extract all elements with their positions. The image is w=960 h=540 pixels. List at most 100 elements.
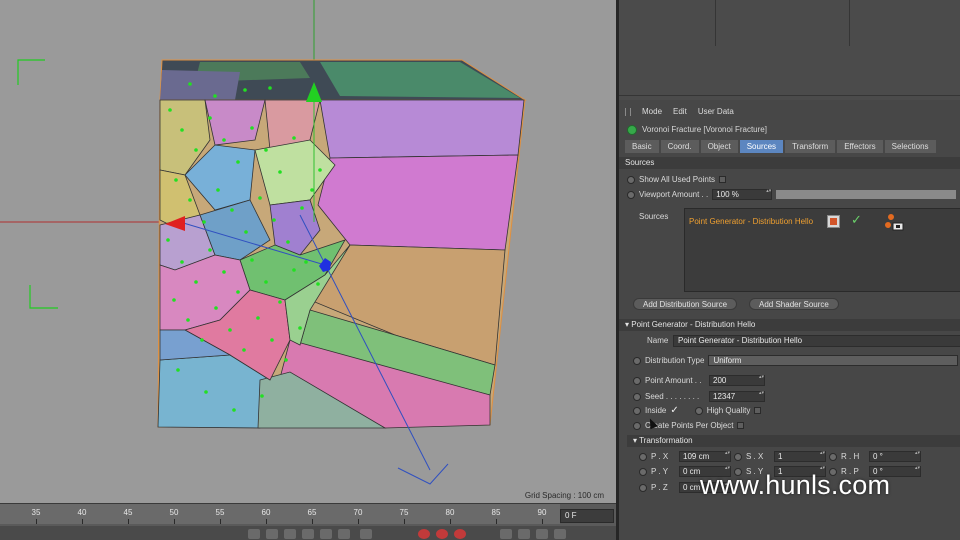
timeline-tick-label: 50: [169, 508, 179, 517]
tab-coord[interactable]: Coord.: [660, 140, 699, 153]
collapse-triangle-icon[interactable]: ▾: [625, 320, 629, 329]
animate-radio-icon[interactable]: [639, 467, 647, 476]
source-list-item[interactable]: Point Generator - Distribution Hello: [689, 217, 813, 226]
record-icon[interactable]: [418, 529, 430, 539]
step-back-button[interactable]: [266, 529, 278, 539]
seed-field[interactable]: 12347: [709, 391, 765, 402]
animate-radio-icon[interactable]: [734, 452, 742, 461]
timeline-tick-label: 55: [215, 508, 225, 517]
distribution-source-icon[interactable]: [885, 213, 905, 231]
create-points-label: Create Points Per Object: [645, 421, 734, 430]
animate-radio-icon[interactable]: [627, 175, 635, 184]
section-header-transformation: ▾ Transformation: [627, 435, 960, 447]
animate-radio-icon[interactable]: [633, 376, 641, 385]
tab-selections[interactable]: Selections: [884, 140, 936, 153]
step-forward-button[interactable]: [320, 529, 332, 539]
point-amount-label: Point Amount . .: [645, 376, 702, 385]
scale-key-button[interactable]: [518, 529, 530, 539]
name-field[interactable]: Point Generator - Distribution Hello: [673, 335, 960, 347]
position-key-button[interactable]: [500, 529, 512, 539]
frame-bracket-top-left: [17, 59, 45, 85]
timeline-tick-mark: [312, 519, 313, 524]
go-to-start-button[interactable]: [248, 529, 260, 539]
distribution-type-select[interactable]: Uniform: [708, 355, 959, 366]
timeline-tick-label: 80: [445, 508, 455, 517]
autokey-icon[interactable]: [436, 529, 448, 539]
position-field[interactable]: 109 cm: [679, 451, 731, 462]
go-to-end-button[interactable]: [338, 529, 350, 539]
play-backward-button[interactable]: [284, 529, 296, 539]
point-amount-field[interactable]: 200: [709, 375, 765, 386]
timeline-tick-mark: [496, 519, 497, 524]
add-distribution-source-button[interactable]: Add Distribution Source: [633, 298, 738, 310]
transport-controls: [0, 526, 616, 540]
play-button[interactable]: [302, 529, 314, 539]
create-points-checkbox[interactable]: [737, 422, 745, 429]
timeline[interactable]: 35 40 45 50 55 60 65 70 75 80 85 90 0 F: [0, 503, 616, 540]
timeline-tick-label: 85: [491, 508, 501, 517]
sources-list-label: Sources: [639, 212, 669, 221]
grid-spacing-label: Grid Spacing : 100 cm: [524, 491, 604, 500]
animate-radio-icon[interactable]: [633, 392, 641, 401]
animate-radio-icon[interactable]: [694, 406, 703, 415]
animate-radio-icon[interactable]: [633, 356, 641, 365]
object-title-row: Voronoi Fracture [Voronoi Fracture]: [619, 122, 960, 137]
tab-basic[interactable]: Basic: [625, 140, 659, 153]
menu-mode[interactable]: Mode: [642, 107, 662, 116]
scale-label: S . X: [746, 452, 764, 461]
animate-radio-icon[interactable]: [633, 406, 641, 415]
sources-list[interactable]: Point Generator - Distribution Hello ✓: [684, 208, 960, 292]
attribute-menubar: Mode Edit User Data: [619, 104, 960, 119]
animate-radio-icon[interactable]: [829, 452, 837, 461]
rotation-key-button[interactable]: [536, 529, 548, 539]
tab-sources[interactable]: Sources: [739, 140, 784, 153]
timeline-tick-mark: [36, 519, 37, 524]
animate-radio-icon[interactable]: [627, 190, 635, 199]
section-header-point-generator: ▾ Point Generator - Distribution Hello: [619, 319, 960, 331]
position-label: P . Y: [651, 467, 669, 476]
timeline-tick-mark: [174, 519, 175, 524]
keyframe-selection-icon[interactable]: [454, 529, 466, 539]
timeline-tick-label: 40: [77, 508, 87, 517]
menu-user-data[interactable]: User Data: [698, 107, 734, 116]
enabled-check-icon[interactable]: ✓: [851, 212, 862, 228]
timeline-tick-mark: [450, 519, 451, 524]
timeline-tick-label: 35: [31, 508, 41, 517]
position-label: P . Z: [651, 483, 668, 492]
collapse-triangle-icon[interactable]: ▾: [633, 436, 637, 445]
name-label: Name: [647, 336, 669, 345]
scale-field[interactable]: 1: [774, 451, 826, 462]
tab-effectors[interactable]: Effectors: [837, 140, 883, 153]
3d-viewport[interactable]: Grid Spacing : 100 cm: [0, 0, 616, 503]
inside-checkbox-checked-icon[interactable]: ✓: [670, 405, 678, 416]
tab-object[interactable]: Object: [700, 140, 738, 153]
divider: [849, 0, 850, 46]
timeline-tick-label: 90: [537, 508, 547, 517]
panel-grip-icon[interactable]: [625, 107, 631, 116]
menu-edit[interactable]: Edit: [673, 107, 687, 116]
animate-radio-icon[interactable]: [639, 483, 647, 492]
viewport-amount-field[interactable]: 100 %: [712, 189, 773, 200]
viewport-amount-slider[interactable]: [776, 190, 957, 199]
loop-button[interactable]: [360, 529, 372, 539]
timeline-ruler[interactable]: 35 40 45 50 55 60 65 70 75 80 85 90: [0, 504, 560, 524]
timeline-tick-mark: [82, 519, 83, 524]
current-frame-field[interactable]: 0 F: [560, 509, 614, 523]
distribution-type-row: Distribution Type Uniform: [633, 354, 960, 367]
high-quality-checkbox[interactable]: [754, 407, 762, 414]
animate-radio-icon[interactable]: [633, 421, 641, 430]
show-all-used-points-row: Show All Used Points: [627, 173, 727, 186]
timeline-tick-label: 75: [399, 508, 409, 517]
add-shader-source-button[interactable]: Add Shader Source: [749, 298, 839, 310]
name-row: Name Point Generator - Distribution Hell…: [619, 334, 960, 348]
shader-source-icon[interactable]: [827, 215, 840, 228]
animate-radio-icon[interactable]: [639, 452, 647, 461]
parameter-key-button[interactable]: [554, 529, 566, 539]
cube-top-cell: [320, 62, 520, 98]
voronoi-cell: [317, 154, 519, 251]
cube-top-cell: [160, 70, 240, 100]
show-all-used-points-checkbox[interactable]: [719, 176, 727, 183]
rotation-field[interactable]: 0 °: [869, 451, 921, 462]
tab-transform[interactable]: Transform: [785, 140, 836, 153]
inside-quality-row: Inside ✓ High Quality: [633, 404, 762, 417]
